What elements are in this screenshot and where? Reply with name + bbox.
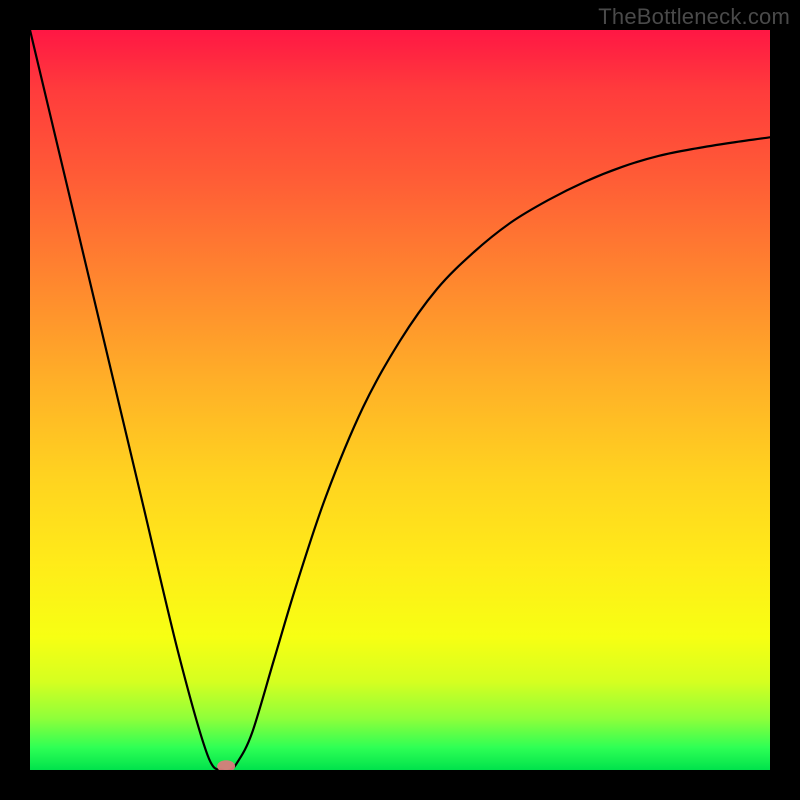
minimum-marker (217, 760, 235, 770)
curve-svg (30, 30, 770, 770)
plot-area (30, 30, 770, 770)
bottleneck-curve (30, 30, 770, 770)
chart-container: TheBottleneck.com (0, 0, 800, 800)
watermark-text: TheBottleneck.com (598, 4, 790, 30)
